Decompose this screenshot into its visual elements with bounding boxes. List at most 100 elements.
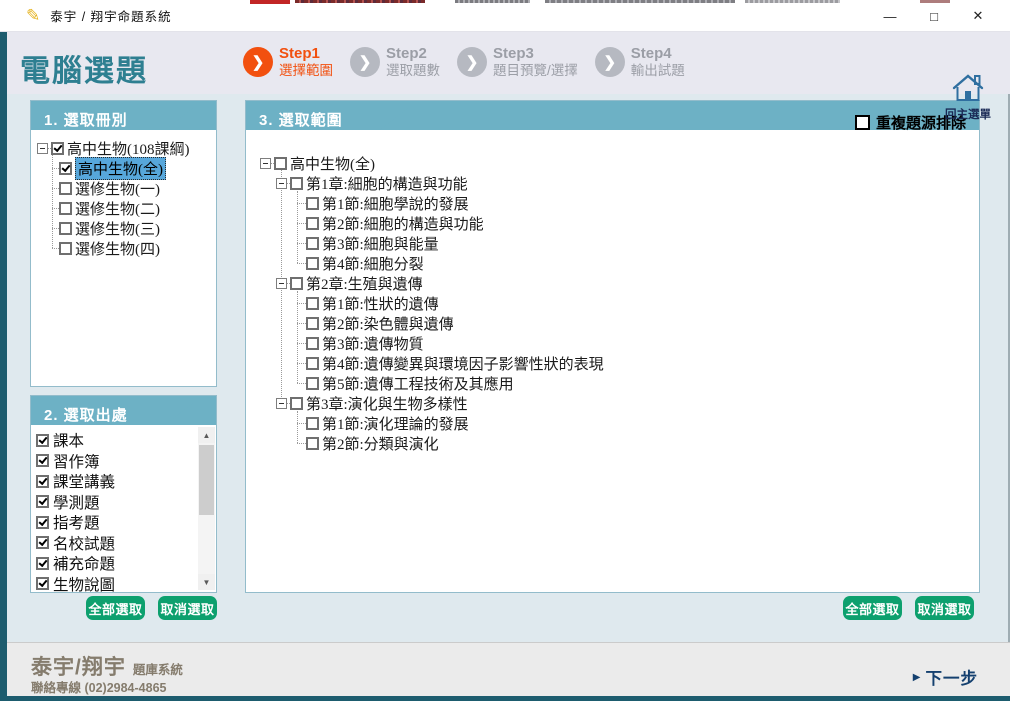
section-label[interactable]: 第4節:細胞分裂: [322, 253, 424, 274]
source-checkbox[interactable]: [36, 454, 49, 467]
maximize-button[interactable]: □: [912, 0, 956, 32]
section-checkbox[interactable]: [306, 317, 319, 330]
volume-root-checkbox[interactable]: [51, 142, 64, 155]
volume-checkbox[interactable]: [59, 162, 72, 175]
chapter-checkbox[interactable]: [290, 177, 303, 190]
source-checkbox[interactable]: [36, 516, 49, 529]
panel-volume-select: 1. 選取冊別 高中生物(108課綱) 高中生物(全) 選修生物(一) 選修生: [30, 100, 217, 387]
section-label[interactable]: 第2節:染色體與遺傳: [322, 313, 454, 334]
tree-node-chapter: 第2章:生殖與遺傳: [276, 273, 979, 293]
source-label[interactable]: 習作簿: [53, 450, 100, 472]
section-checkbox[interactable]: [306, 197, 319, 210]
source-label[interactable]: 課本: [53, 429, 84, 451]
source-scrollbar[interactable]: ▲ ▼: [198, 427, 215, 590]
section-checkbox[interactable]: [306, 357, 319, 370]
chapter-checkbox[interactable]: [290, 397, 303, 410]
tree-node-section: 第1節:演化理論的發展: [292, 413, 979, 433]
source-checkbox[interactable]: [36, 434, 49, 447]
section-label[interactable]: 第5節:遺傳工程技術及其應用: [322, 373, 514, 394]
volume-root-label[interactable]: 高中生物(108課綱): [67, 138, 190, 159]
next-step-button[interactable]: ▶ 下一步: [913, 665, 978, 689]
section-checkbox[interactable]: [306, 417, 319, 430]
collapse-icon[interactable]: [276, 278, 287, 289]
volume-label[interactable]: 選修生物(三): [75, 218, 160, 239]
volume-label-selected[interactable]: 高中生物(全): [75, 157, 166, 180]
source-item: 課堂講義: [36, 471, 216, 492]
collapse-icon[interactable]: [276, 178, 287, 189]
section-label[interactable]: 第4節:遺傳變異與環境因子影響性狀的表現: [322, 353, 604, 374]
chapter-label[interactable]: 第1章:細胞的構造與功能: [306, 173, 468, 194]
deselect-sources-button[interactable]: 取消選取: [158, 596, 217, 620]
volume-label[interactable]: 選修生物(四): [75, 238, 160, 259]
section-label[interactable]: 第1節:性狀的遺傳: [322, 293, 439, 314]
source-label[interactable]: 學測題: [53, 491, 100, 513]
source-actions: 全部選取 取消選取: [30, 596, 217, 620]
step-1-chevron-icon: ❯: [243, 47, 273, 77]
scroll-up-icon[interactable]: ▲: [198, 427, 215, 443]
select-all-scope-button[interactable]: 全部選取: [843, 596, 902, 620]
home-label: 回主選單: [940, 106, 996, 122]
scope-tree: 高中生物(全) 第1章:細胞的構造與功能 第1節:細胞學說的發展: [246, 130, 979, 453]
section-label[interactable]: 第1節:演化理論的發展: [322, 413, 469, 434]
section-label[interactable]: 第3節:遺傳物質: [322, 333, 424, 354]
chapter-label[interactable]: 第2章:生殖與遺傳: [306, 273, 423, 294]
section-label[interactable]: 第1節:細胞學說的發展: [322, 193, 469, 214]
brand-suffix: 題庫系統: [133, 659, 183, 678]
frame-left-strip: [0, 32, 7, 701]
volume-checkbox[interactable]: [59, 182, 72, 195]
tree-node-section: 第2節:細胞的構造與功能: [292, 213, 979, 233]
source-item: 指考題: [36, 512, 216, 533]
volume-checkbox[interactable]: [59, 202, 72, 215]
source-label[interactable]: 名校試題: [53, 532, 115, 554]
scrollbar-track[interactable]: [198, 443, 215, 574]
source-checkbox[interactable]: [36, 536, 49, 549]
source-label[interactable]: 課堂講義: [53, 470, 115, 492]
section-checkbox[interactable]: [306, 257, 319, 270]
source-label[interactable]: 生物說圖: [53, 573, 115, 592]
section-label[interactable]: 第2節:分類與演化: [322, 433, 439, 454]
scope-actions: 全部選取 取消選取: [245, 596, 974, 620]
section-checkbox[interactable]: [306, 337, 319, 350]
home-button[interactable]: 回主選單: [940, 73, 996, 122]
section-label[interactable]: 第2節:細胞的構造與功能: [322, 213, 484, 234]
close-button[interactable]: ✕: [956, 0, 1000, 32]
step-3-label: Step3: [493, 45, 578, 62]
section-checkbox[interactable]: [306, 437, 319, 450]
step-4-sublabel: 輸出試題: [631, 62, 685, 79]
chapter-checkbox[interactable]: [290, 277, 303, 290]
source-checkbox[interactable]: [36, 475, 49, 488]
source-checkbox[interactable]: [36, 495, 49, 508]
section-checkbox[interactable]: [306, 237, 319, 250]
step-2-label: Step2: [386, 45, 440, 62]
source-checkbox[interactable]: [36, 577, 49, 590]
section-checkbox[interactable]: [306, 297, 319, 310]
minimize-button[interactable]: —: [868, 0, 912, 32]
scroll-down-icon[interactable]: ▼: [198, 574, 215, 590]
section-checkbox[interactable]: [306, 377, 319, 390]
source-label[interactable]: 指考題: [53, 511, 100, 533]
section-label[interactable]: 第3節:細胞與能量: [322, 233, 439, 254]
source-checkbox[interactable]: [36, 557, 49, 570]
header: 電腦選題 ❯ Step1 選擇範圍 ❯ Step2 選取題數 ❯ Step3 題…: [0, 32, 1010, 94]
scope-root-checkbox[interactable]: [274, 157, 287, 170]
chapter-list: 第1章:細胞的構造與功能 第1節:細胞學說的發展 第2節:細胞的構造與功能 第3…: [276, 173, 979, 453]
deselect-scope-button[interactable]: 取消選取: [915, 596, 974, 620]
scope-root-label[interactable]: 高中生物(全): [290, 153, 375, 174]
collapse-icon[interactable]: [276, 398, 287, 409]
select-all-sources-button[interactable]: 全部選取: [86, 596, 145, 620]
volume-checkbox[interactable]: [59, 222, 72, 235]
collapse-icon[interactable]: [37, 143, 48, 154]
home-icon: [951, 73, 985, 101]
volume-label[interactable]: 選修生物(二): [75, 198, 160, 219]
dedupe-checkbox[interactable]: [855, 115, 870, 130]
scrollbar-thumb[interactable]: [199, 445, 214, 515]
tree-node-volume: 選修生物(一): [47, 178, 216, 198]
section-list: 第1節:細胞學說的發展 第2節:細胞的構造與功能 第3節:細胞與能量 第4節:細…: [292, 193, 979, 273]
source-label[interactable]: 補充命題: [53, 552, 115, 574]
collapse-icon[interactable]: [260, 158, 271, 169]
section-checkbox[interactable]: [306, 217, 319, 230]
chapter-label[interactable]: 第3章:演化與生物多樣性: [306, 393, 468, 414]
volume-checkbox[interactable]: [59, 242, 72, 255]
volume-label[interactable]: 選修生物(一): [75, 178, 160, 199]
panel-source-select: 2. 選取出處 課本 習作簿 課堂講義 學測題 指考題: [30, 395, 217, 593]
